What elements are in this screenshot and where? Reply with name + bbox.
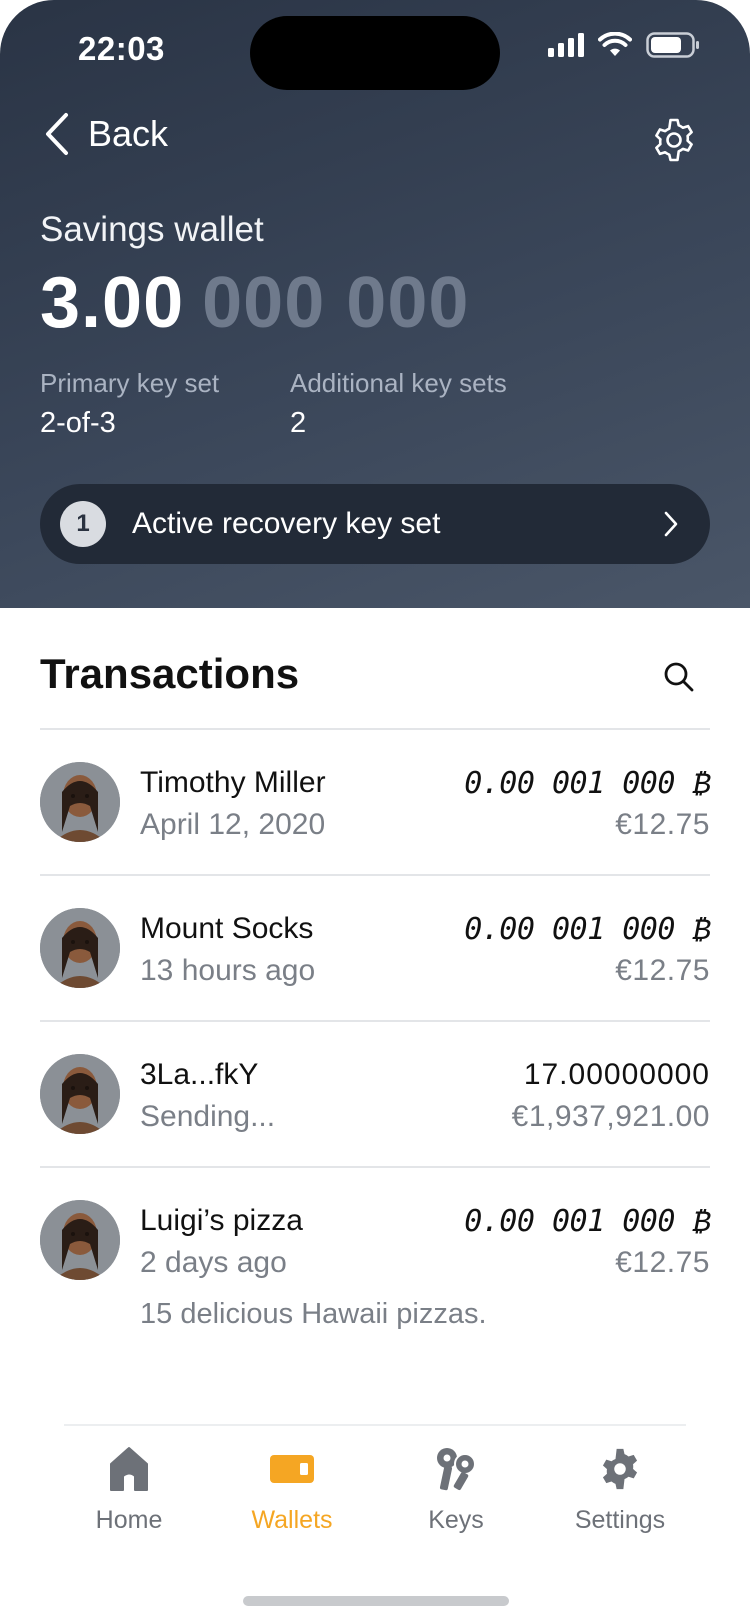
- additional-key-sets-value: 2: [290, 407, 307, 439]
- home-indicator[interactable]: [243, 1596, 509, 1606]
- status-bar: 22:03: [0, 0, 750, 100]
- tab-label: Home: [95, 1506, 163, 1534]
- transaction-fiat: €1,937,921.00: [511, 1100, 710, 1133]
- transaction-name: Timothy Miller: [140, 766, 326, 799]
- wallet-name: Savings wallet: [40, 210, 264, 249]
- transactions-title: Transactions: [40, 650, 300, 697]
- transaction-row[interactable]: 3La...fkY Sending... 17.00000000 €1,937,…: [40, 1054, 710, 1154]
- tab-keys[interactable]: Keys: [386, 1446, 526, 1535]
- transaction-row[interactable]: Timothy Miller April 12, 2020 0.00 001 0…: [40, 762, 710, 862]
- transaction-name: 3La...fkY: [140, 1058, 259, 1091]
- divider: [40, 728, 710, 730]
- status-time: 22:03: [78, 30, 165, 67]
- wallet-settings-button[interactable]: [650, 116, 698, 164]
- transaction-date: April 12, 2020: [140, 808, 326, 841]
- chevron-right-icon: [664, 511, 678, 537]
- wallet-header: 22:03 Back Savings wallet 3.00 000 000 P…: [0, 0, 750, 608]
- back-button[interactable]: Back: [44, 112, 168, 156]
- primary-key-set-label: Primary key set: [40, 368, 220, 398]
- transaction-status: Sending...: [140, 1100, 276, 1133]
- avatar: [40, 1200, 120, 1280]
- transaction-amount: 17.00000000: [523, 1058, 710, 1091]
- transaction-name: Luigi’s pizza: [140, 1204, 303, 1237]
- search-icon: [664, 662, 694, 692]
- home-icon: [110, 1447, 148, 1491]
- transaction-fiat: €12.75: [615, 1246, 710, 1279]
- divider: [40, 1166, 710, 1168]
- dynamic-island: [250, 16, 500, 90]
- transaction-amount: 0.00 001 000 ₿: [464, 1204, 710, 1239]
- signal-icon: [548, 33, 584, 57]
- tab-label: Wallets: [251, 1506, 333, 1534]
- battery-icon: [646, 32, 699, 58]
- back-label: Back: [88, 113, 169, 154]
- transaction-amount: 0.00 001 000 ₿: [464, 766, 710, 801]
- transaction-amount: 0.00 001 000 ₿: [464, 912, 710, 947]
- wallet-screen: 22:03 Back Savings wallet 3.00 000 000 P…: [0, 0, 750, 1624]
- wallet-balance: 3.00 000 000: [40, 262, 469, 344]
- avatar: [40, 762, 120, 842]
- active-recovery-button[interactable]: 1 Active recovery key set: [40, 484, 710, 564]
- additional-key-sets: Additional key sets 2: [290, 368, 507, 440]
- chevron-left-icon: [46, 113, 68, 155]
- transaction-date: 13 hours ago: [140, 954, 316, 987]
- transaction-row[interactable]: Luigi’s pizza 2 days ago 0.00 001 000 ₿ …: [40, 1200, 710, 1350]
- recovery-count-badge: 1: [60, 501, 106, 547]
- tab-home[interactable]: Home: [59, 1446, 199, 1535]
- avatar: [40, 1054, 120, 1134]
- transaction-fiat: €12.75: [615, 954, 710, 987]
- avatar: [40, 908, 120, 988]
- primary-key-set-value: 2-of-3: [40, 407, 116, 439]
- gear-icon: [655, 118, 693, 162]
- balance-dim: 000 000: [202, 263, 470, 343]
- wifi-icon: [598, 32, 632, 56]
- additional-key-sets-label: Additional key sets: [290, 368, 507, 398]
- settings-icon: [602, 1448, 638, 1490]
- recovery-label: Active recovery key set: [132, 507, 441, 540]
- tab-settings[interactable]: Settings: [550, 1446, 690, 1535]
- tab-label: Keys: [428, 1506, 484, 1534]
- search-button[interactable]: [662, 660, 696, 694]
- transaction-row[interactable]: Mount Socks 13 hours ago 0.00 001 000 ₿ …: [40, 908, 710, 1008]
- transaction-name: Mount Socks: [140, 912, 314, 945]
- tab-label: Settings: [574, 1506, 666, 1534]
- keys-icon: [437, 1448, 476, 1491]
- transaction-date: 2 days ago: [140, 1246, 287, 1279]
- transaction-fiat: €12.75: [615, 808, 710, 841]
- wallet-icon: [270, 1455, 314, 1483]
- transaction-note: 15 delicious Hawaii pizzas.: [140, 1298, 487, 1330]
- primary-key-set: Primary key set 2-of-3: [40, 368, 219, 440]
- tabbar-divider: [64, 1424, 686, 1426]
- tab-wallets[interactable]: Wallets: [222, 1446, 362, 1535]
- status-icons: [548, 32, 700, 58]
- divider: [40, 1020, 710, 1022]
- balance-main: 3.00: [40, 263, 185, 343]
- divider: [40, 874, 710, 876]
